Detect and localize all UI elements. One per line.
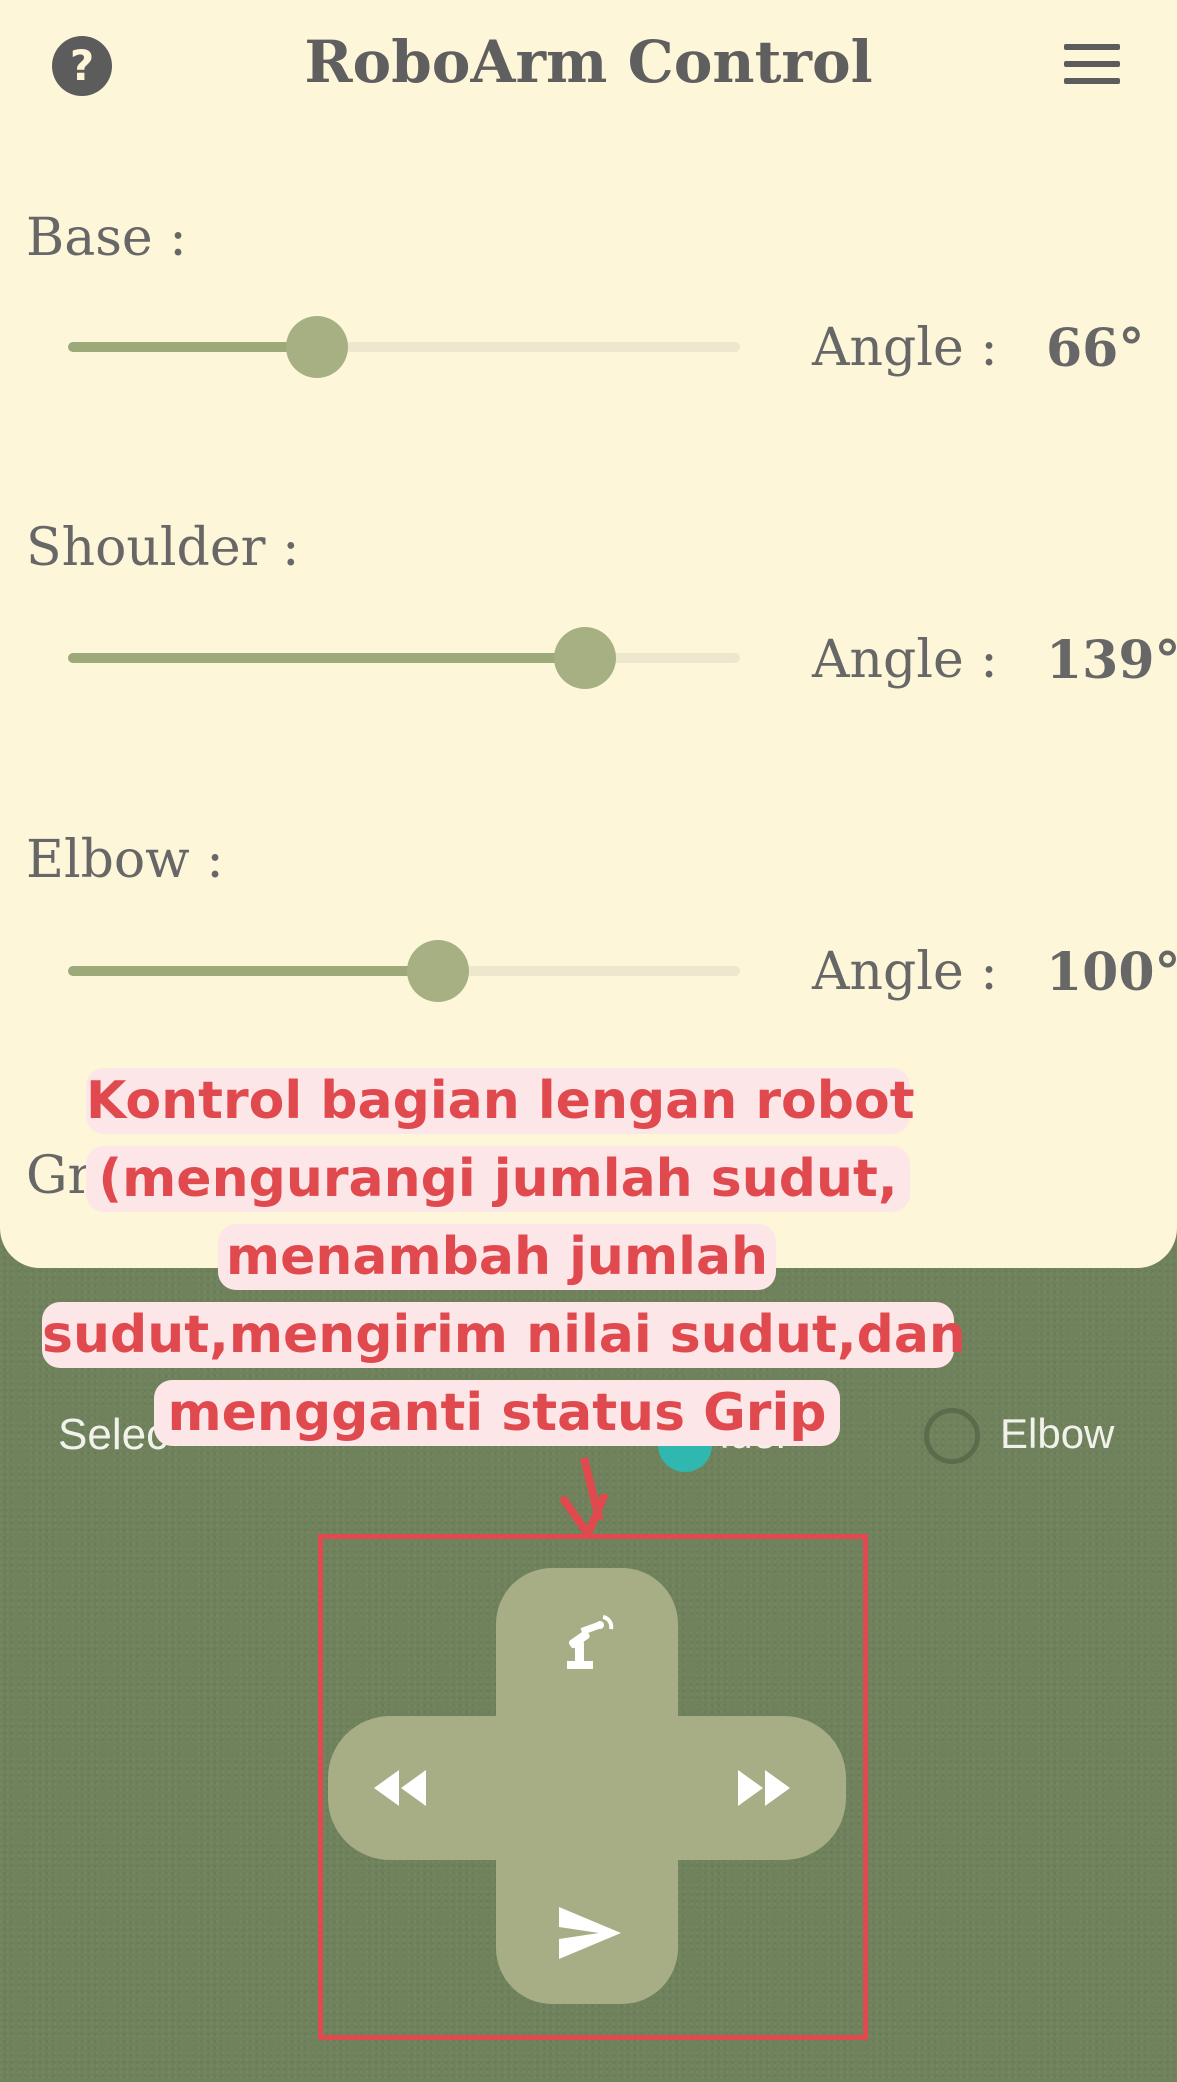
- elbow-label: Elbow :: [26, 830, 224, 890]
- annotation-line-1: Kontrol bagian lengan robot: [86, 1068, 915, 1134]
- elbow-angle-label: Angle :: [812, 942, 998, 1002]
- increase-angle-button[interactable]: [714, 1746, 814, 1830]
- page-title: RoboArm Control: [304, 28, 873, 96]
- elbow-slider-fill: [68, 966, 438, 976]
- shoulder-angle-label: Angle :: [812, 630, 998, 690]
- base-slider-fill: [68, 342, 317, 352]
- elbow-slider-thumb[interactable]: [406, 940, 469, 1002]
- send-icon: [559, 1907, 621, 1959]
- menu-icon[interactable]: [1064, 44, 1120, 84]
- robot-arm-icon: [567, 1615, 614, 1669]
- decrease-angle-button[interactable]: [350, 1746, 450, 1830]
- shoulder-slider-fill: [68, 653, 586, 663]
- annotation-line-5: mengganti status Grip: [154, 1380, 840, 1446]
- shoulder-slider[interactable]: [68, 627, 740, 689]
- annotation-arrowhead: [560, 1494, 608, 1538]
- annotation-line-3: menambah jumlah: [218, 1224, 776, 1290]
- shoulder-angle-value: 139°: [1046, 630, 1177, 691]
- base-slider[interactable]: [68, 316, 740, 378]
- elbow-angle-value: 100°: [1046, 942, 1177, 1003]
- rewind-icon: [374, 1770, 426, 1806]
- radio-elbow[interactable]: [924, 1408, 980, 1464]
- grip-label: Gr: [26, 1146, 93, 1206]
- annotation-line-2: (mengurangi jumlah sudut,: [86, 1146, 910, 1212]
- radio-elbow-label: Elbow: [1000, 1410, 1115, 1457]
- select-joint-label: Selec: [58, 1410, 169, 1459]
- shoulder-slider-thumb[interactable]: [554, 627, 617, 689]
- base-angle-label: Angle :: [812, 318, 998, 378]
- shoulder-label: Shoulder :: [26, 518, 300, 578]
- annotation-line-4: sudut,mengirim nilai sudut,dan: [42, 1302, 966, 1368]
- send-angle-button[interactable]: [540, 1888, 640, 1978]
- elbow-slider[interactable]: [68, 940, 740, 1002]
- base-angle-value: 66°: [1046, 318, 1145, 379]
- base-label: Base :: [26, 208, 187, 268]
- base-slider-thumb[interactable]: [285, 316, 348, 378]
- fast-forward-icon: [738, 1770, 790, 1806]
- grip-toggle-button[interactable]: [536, 1600, 636, 1684]
